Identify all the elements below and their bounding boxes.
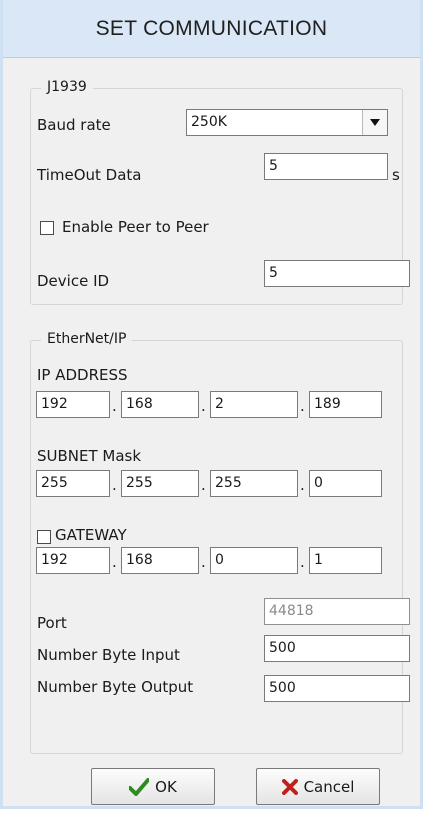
subnet-octet-4[interactable]: 0 xyxy=(309,470,382,497)
ip-octet-3[interactable]: 2 xyxy=(210,391,298,418)
x-mark-icon xyxy=(281,778,298,795)
byte-output-label: Number Byte Output xyxy=(37,678,194,696)
ok-button[interactable]: OK xyxy=(91,768,215,805)
ok-label: OK xyxy=(155,777,177,796)
ip-octet-2[interactable]: 168 xyxy=(121,391,199,418)
cancel-label: Cancel xyxy=(303,777,355,796)
subnet-octet-1[interactable]: 255 xyxy=(36,470,110,497)
port-label: Port xyxy=(37,614,67,632)
ethernet-ip-group: EtherNet/IP IP ADDRESS 192 . 168 . 2 . 1… xyxy=(30,331,410,754)
j1939-group: J1939 Baud rate 250K TimeOut Data 5 s En… xyxy=(30,79,410,305)
baud-rate-label: Baud rate xyxy=(37,116,111,134)
gateway-octet-3[interactable]: 0 xyxy=(210,547,298,574)
subnet-octet-3[interactable]: 255 xyxy=(210,470,298,497)
j1939-legend: J1939 xyxy=(41,79,93,95)
gateway-dot-3: . xyxy=(300,553,305,571)
cancel-button[interactable]: Cancel xyxy=(256,768,380,805)
dropdown-arrow-icon[interactable] xyxy=(362,110,387,135)
gateway-octet-4[interactable]: 1 xyxy=(309,547,382,574)
gateway-dot-1: . xyxy=(112,553,117,571)
gateway-octet-2[interactable]: 168 xyxy=(121,547,199,574)
ip-dot-3: . xyxy=(300,397,305,415)
dialog-title: SET COMMUNICATION xyxy=(3,0,420,58)
gateway-label: GATEWAY xyxy=(55,526,127,544)
ethernet-ip-legend: EtherNet/IP xyxy=(41,331,133,347)
gateway-octet-1[interactable]: 192 xyxy=(36,547,110,574)
timeout-unit: s xyxy=(392,166,400,184)
gateway-dot-2: . xyxy=(201,553,206,571)
ip-address-label: IP ADDRESS xyxy=(37,366,128,384)
byte-input-field[interactable]: 500 xyxy=(264,635,410,662)
baud-rate-value: 250K xyxy=(191,114,227,130)
baud-rate-select[interactable]: 250K xyxy=(186,109,388,136)
checkmark-icon xyxy=(129,777,150,796)
subnet-mask-label: SUBNET Mask xyxy=(37,447,142,465)
ip-octet-4[interactable]: 189 xyxy=(309,391,382,418)
device-id-label: Device ID xyxy=(37,272,110,290)
port-field: 44818 xyxy=(264,598,410,625)
byte-input-label: Number Byte Input xyxy=(37,646,180,664)
dialog-window: SET COMMUNICATION J1939 Baud rate 250K T… xyxy=(0,0,423,809)
device-id-field[interactable]: 5 xyxy=(264,260,410,287)
subnet-dot-2: . xyxy=(201,476,206,494)
gateway-checkbox[interactable] xyxy=(37,530,51,544)
ip-octet-1[interactable]: 192 xyxy=(36,391,110,418)
peer-to-peer-label: Enable Peer to Peer xyxy=(62,218,209,236)
timeout-data-field[interactable]: 5 xyxy=(264,153,388,180)
ip-dot-2: . xyxy=(201,397,206,415)
timeout-data-label: TimeOut Data xyxy=(37,166,142,184)
subnet-dot-1: . xyxy=(112,476,117,494)
subnet-octet-2[interactable]: 255 xyxy=(121,470,199,497)
byte-output-field[interactable]: 500 xyxy=(264,675,410,702)
peer-to-peer-checkbox[interactable] xyxy=(40,221,54,235)
ip-dot-1: . xyxy=(112,397,117,415)
subnet-dot-3: . xyxy=(300,476,305,494)
